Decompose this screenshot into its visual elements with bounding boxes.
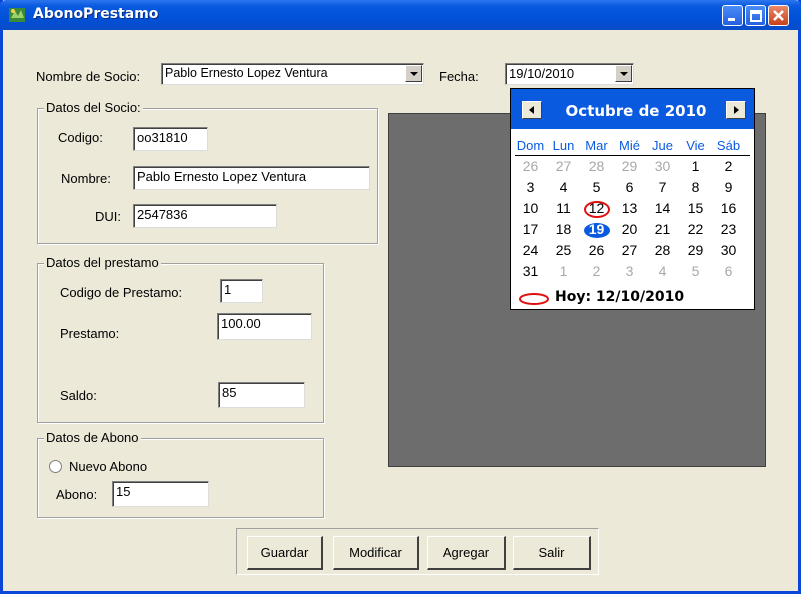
socio-select[interactable]: Pablo Ernesto Lopez Ventura [161, 63, 424, 85]
codigo-prestamo-input[interactable]: 1 [220, 279, 263, 303]
abono-input[interactable]: 15 [112, 481, 209, 507]
modificar-button[interactable]: Modificar [333, 536, 419, 570]
calendar-day[interactable]: 16 [712, 200, 745, 216]
calendar-day[interactable]: 18 [547, 221, 580, 237]
calendar-weekday: Jue [652, 138, 673, 153]
nuevo-abono-label: Nuevo Abono [69, 459, 148, 474]
minimize-button[interactable] [722, 5, 743, 26]
calendar-day[interactable]: 17 [514, 221, 547, 237]
calendar-day[interactable]: 14 [646, 200, 679, 216]
minimize-icon [728, 18, 735, 21]
calendar-day[interactable]: 24 [514, 242, 547, 258]
calendar-day[interactable]: 25 [547, 242, 580, 258]
nuevo-abono-radio[interactable] [49, 460, 62, 473]
calendar-popup[interactable]: Octubre de 2010 Hoy: 12/10/2010 Dom Lun Ma… [510, 88, 755, 310]
calendar-weekday: Lun [552, 138, 575, 153]
calendar-day[interactable]: 3 [514, 179, 547, 195]
calendar-month-title: Octubre de 2010 [565, 102, 707, 120]
calendar-day[interactable]: 4 [646, 263, 679, 279]
nombre-label: Nombre: [61, 171, 111, 186]
prestamo-input[interactable]: 100.00 [217, 313, 312, 340]
codigo-prestamo-label: Codigo de Prestamo: [60, 285, 183, 300]
calendar-day[interactable]: 8 [679, 179, 712, 195]
calendar-day[interactable]: 4 [547, 179, 580, 195]
close-button[interactable] [768, 5, 789, 26]
calendar-day[interactable]: 2 [580, 263, 613, 279]
fecha-date-picker[interactable]: 19/10/2010 [505, 63, 634, 85]
calendar-day[interactable]: 29 [679, 242, 712, 258]
calendar-day[interactable]: 10 [514, 200, 547, 216]
title-bar[interactable]: AbonoPrestamo [0, 0, 801, 30]
codigo-socio-label: Codigo: [58, 130, 103, 145]
dui-label: DUI: [95, 209, 121, 224]
fecha-value: 19/10/2010 [509, 66, 575, 81]
socio-label: Nombre de Socio: [36, 69, 141, 84]
calendar-day[interactable]: 20 [613, 221, 646, 237]
calendar-header: Octubre de 2010 [511, 89, 754, 129]
calendar-day[interactable]: 27 [613, 242, 646, 258]
calendar-day[interactable]: 31 [514, 263, 547, 279]
chevron-down-icon[interactable] [405, 65, 422, 82]
window-title: AbonoPrestamo [33, 6, 159, 22]
calendar-day[interactable]: 23 [712, 221, 745, 237]
datos-socio-title: Datos del Socio: [44, 100, 143, 115]
socio-selected-value: Pablo Ernesto Lopez Ventura [165, 66, 328, 80]
calendar-day[interactable]: 3 [613, 263, 646, 279]
calendar-day[interactable]: 5 [580, 179, 613, 195]
calendar-divider [515, 155, 750, 156]
chevron-down-icon[interactable] [615, 65, 632, 82]
calendar-day[interactable]: 19 [580, 221, 613, 237]
calendar-day[interactable]: 26 [514, 158, 547, 174]
calendar-day[interactable]: 30 [646, 158, 679, 174]
calendar-weekday: Mié [619, 138, 640, 153]
calendar-day[interactable]: 22 [679, 221, 712, 237]
maximize-icon [750, 10, 762, 22]
calendar-day[interactable]: 15 [679, 200, 712, 216]
calendar-day[interactable]: 28 [646, 242, 679, 258]
calendar-day[interactable]: 27 [547, 158, 580, 174]
app-icon [9, 8, 25, 22]
next-month-button[interactable] [726, 101, 746, 119]
agregar-button[interactable]: Agregar [427, 536, 506, 570]
calendar-weekday: Dom [516, 138, 545, 153]
previous-month-button[interactable] [522, 101, 542, 119]
saldo-input[interactable]: 85 [218, 382, 305, 408]
calendar-day[interactable]: 26 [580, 242, 613, 258]
calendar-today-text[interactable]: Hoy: 12/10/2010 [555, 289, 684, 305]
calendar-day[interactable]: 29 [613, 158, 646, 174]
today-circle-icon [519, 293, 549, 305]
calendar-day[interactable]: 6 [613, 179, 646, 195]
calendar-day[interactable]: 21 [646, 221, 679, 237]
calendar-weekday: Mar [585, 138, 608, 153]
calendar-day[interactable]: 12 [580, 200, 613, 216]
calendar-day[interactable]: 30 [712, 242, 745, 258]
calendar-day[interactable]: 1 [679, 158, 712, 174]
nombre-input[interactable]: Pablo Ernesto Lopez Ventura [133, 166, 370, 190]
calendar-day[interactable]: 1 [547, 263, 580, 279]
maximize-button[interactable] [745, 5, 766, 26]
calendar-weekday: Vie [686, 138, 705, 153]
calendar-day[interactable]: 11 [547, 200, 580, 216]
close-icon [773, 10, 784, 21]
codigo-socio-input[interactable]: oo31810 [133, 127, 208, 151]
abono-label: Abono: [56, 487, 98, 502]
datos-abono-title: Datos de Abono [44, 430, 141, 445]
calendar-day[interactable]: 28 [580, 158, 613, 174]
calendar-day[interactable]: 9 [712, 179, 745, 195]
calendar-weekday: Sáb [716, 138, 741, 153]
guardar-button[interactable]: Guardar [247, 536, 323, 570]
fecha-label: Fecha: [439, 69, 479, 84]
calendar-day[interactable]: 13 [613, 200, 646, 216]
calendar-day[interactable]: 7 [646, 179, 679, 195]
salir-button[interactable]: Salir [513, 536, 591, 570]
dui-input[interactable]: 2547836 [133, 204, 277, 228]
calendar-day[interactable]: 6 [712, 263, 745, 279]
calendar-day[interactable]: 5 [679, 263, 712, 279]
app-window: AbonoPrestamo Nombre de Socio: Pablo Ern… [0, 0, 801, 594]
datos-prestamo-title: Datos del prestamo [44, 255, 161, 270]
saldo-label: Saldo: [60, 388, 97, 403]
prestamo-label: Prestamo: [60, 326, 120, 341]
calendar-day[interactable]: 2 [712, 158, 745, 174]
